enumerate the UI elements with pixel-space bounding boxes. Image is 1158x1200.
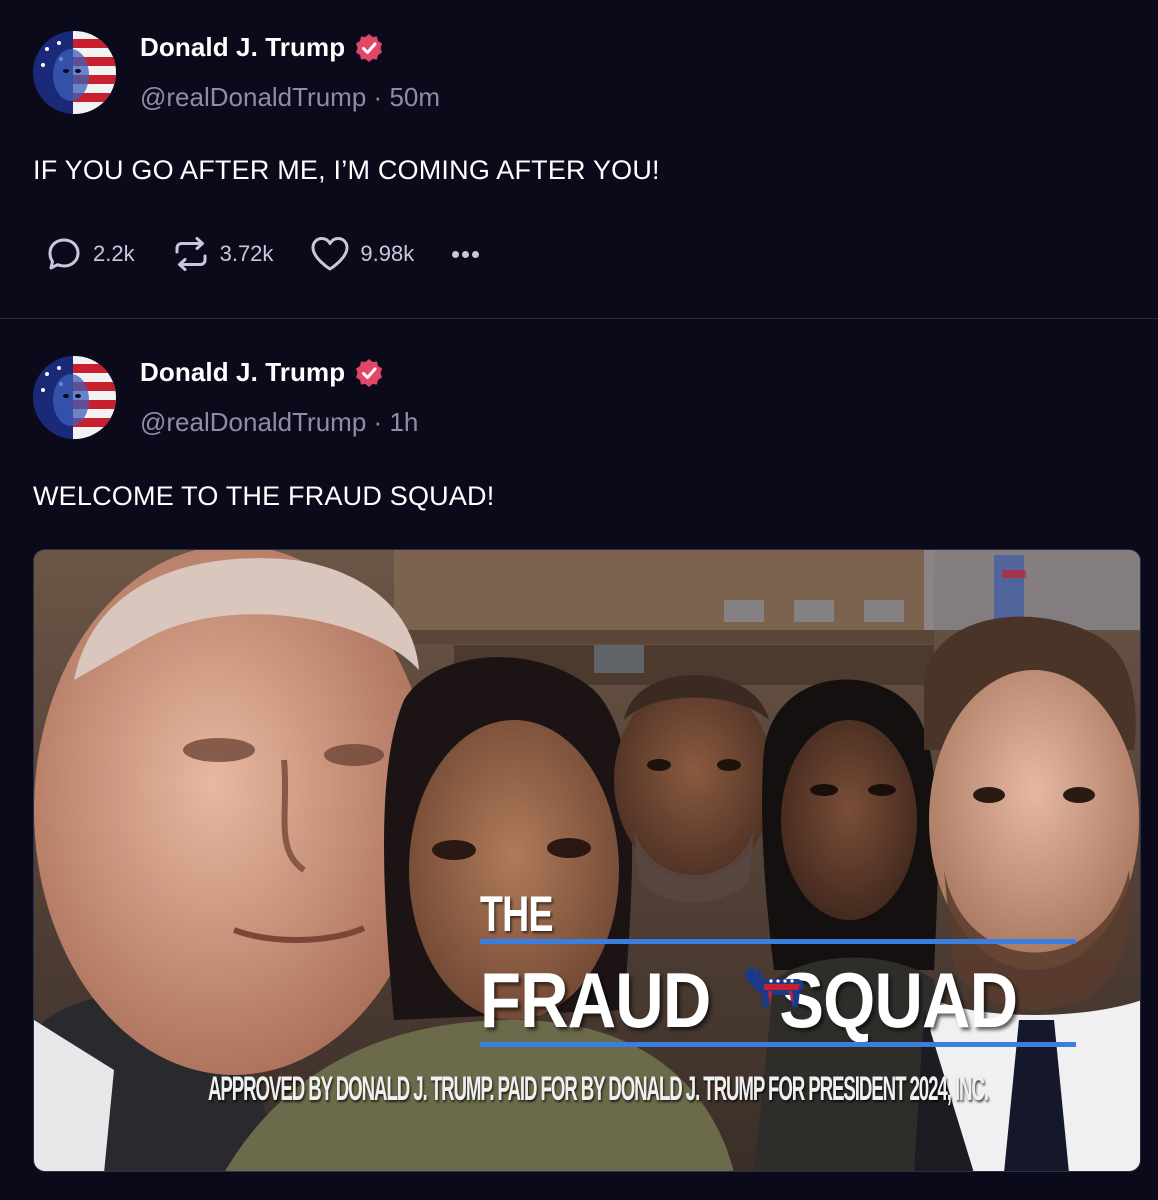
media-disclaimer: APPROVED BY DONALD J. TRUMP. PAID FOR BY… <box>208 1070 989 1108</box>
post-actions: 2.2k 3.72k 9.98k <box>44 232 482 276</box>
repost-count: 3.72k <box>219 241 274 266</box>
repost-icon <box>175 237 207 271</box>
post[interactable]: Donald J. Trump @realDonaldTrump · 50m I… <box>0 0 1158 318</box>
reply-icon <box>48 238 80 270</box>
more-options-button[interactable] <box>452 250 482 258</box>
post-meta: @realDonaldTrump · 1h <box>140 407 418 438</box>
author-handle[interactable]: @realDonaldTrump <box>140 407 366 437</box>
author-name[interactable]: Donald J. Trump <box>140 32 345 63</box>
more-dot-icon <box>452 250 460 258</box>
meta-separator: · <box>373 82 383 112</box>
profile-avatar[interactable] <box>33 31 116 114</box>
author-name[interactable]: Donald J. Trump <box>140 357 345 388</box>
verified-badge-icon <box>356 358 383 387</box>
author-handle[interactable]: @realDonaldTrump <box>140 82 366 112</box>
post-text: WELCOME TO THE FRAUD SQUAD! <box>33 481 495 511</box>
verified-badge-icon <box>356 33 383 62</box>
post-text: IF YOU GO AFTER ME, I’M COMING AFTER YOU… <box>33 155 660 185</box>
media-title-left: FRAUD <box>480 956 711 1044</box>
profile-avatar[interactable] <box>33 356 116 439</box>
post-timestamp[interactable]: 50m <box>389 82 440 112</box>
more-dot-icon <box>472 250 480 258</box>
post-media-image[interactable]: THE FRAUD SQUAD APPROVED BY DONALD J. TRU… <box>33 549 1141 1172</box>
democrat-donkey-logo <box>744 965 804 1007</box>
reply-button[interactable]: 2.2k <box>44 234 135 274</box>
more-dot-icon <box>462 250 470 258</box>
title-bottom-bar <box>480 1042 1076 1047</box>
meta-separator: · <box>373 407 383 437</box>
media-title-small: THE <box>480 886 554 942</box>
media-title-right: SQUAD <box>779 956 1018 1044</box>
post-timestamp[interactable]: 1h <box>389 407 418 437</box>
heart-icon <box>311 237 349 271</box>
title-top-bar <box>480 939 1076 944</box>
reply-count: 2.2k <box>93 241 135 266</box>
post[interactable]: Donald J. Trump @realDonaldTrump · 1h WE… <box>0 319 1158 1200</box>
like-count: 9.98k <box>360 241 415 266</box>
like-button[interactable]: 9.98k <box>309 234 414 274</box>
repost-button[interactable]: 3.72k <box>171 234 274 274</box>
post-meta: @realDonaldTrump · 50m <box>140 82 440 113</box>
